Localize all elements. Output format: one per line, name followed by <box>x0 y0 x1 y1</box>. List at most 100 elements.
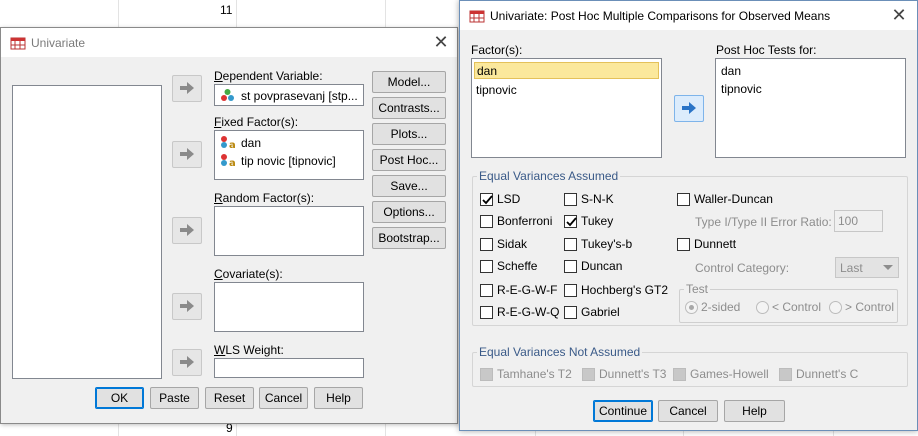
two-sided-label: 2-sided <box>701 300 741 314</box>
tamhane-checkbox[interactable] <box>480 368 493 381</box>
spss-app-icon <box>10 37 26 50</box>
save-button[interactable]: Save... <box>372 175 446 197</box>
right-arrow-icon <box>682 101 696 114</box>
lsd-label: LSD <box>497 192 521 206</box>
bonferroni-checkbox[interactable] <box>480 215 493 228</box>
bootstrap-button[interactable]: Bootstrap... <box>372 227 446 249</box>
hochberg-checkbox[interactable] <box>564 284 577 297</box>
regwf-label: R-E-G-W-F <box>497 283 558 297</box>
help-button[interactable]: Help <box>314 387 363 409</box>
post-hoc-button[interactable]: Post Hoc... <box>372 149 446 171</box>
dunnett-c-label: Dunnett's C <box>796 367 859 381</box>
dependent-variable-field[interactable]: st povprasevanj [stp... <box>214 84 364 106</box>
move-to-post-hoc-button[interactable] <box>674 95 704 122</box>
univariate-title: Univariate <box>31 36 86 50</box>
chevron-down-icon <box>883 265 893 270</box>
regwq-label: R-E-G-W-Q <box>497 305 560 319</box>
sidak-checkbox[interactable] <box>480 238 493 251</box>
close-icon[interactable]: ✕ <box>890 6 908 24</box>
gabriel-checkbox[interactable] <box>564 306 577 319</box>
dunnett-label: Dunnett <box>694 237 737 251</box>
source-variable-list[interactable] <box>12 85 162 379</box>
greater-control-radio[interactable] <box>829 301 842 314</box>
tukeys-b-label: Tukey's-b <box>581 237 633 251</box>
move-to-dependent-button[interactable] <box>172 75 202 102</box>
right-arrow-icon <box>180 81 194 94</box>
right-arrow-icon <box>180 355 194 368</box>
move-to-covariate-button[interactable] <box>172 293 202 320</box>
scheffe-label: Scheffe <box>497 259 538 273</box>
equal-variances-assumed-group: Equal Variances Assumed LSD Bonferroni S… <box>472 169 908 326</box>
right-arrow-icon <box>180 147 194 160</box>
svg-text:a: a <box>229 140 236 149</box>
fixed-factor-item[interactable]: a tip novic [tipnovic] <box>220 153 336 169</box>
options-button[interactable]: Options... <box>372 201 446 223</box>
row-number-top: 11 <box>220 3 233 17</box>
dependent-variable-item[interactable]: st povprasevanj [stp... <box>220 88 358 103</box>
dunnett-checkbox[interactable] <box>677 238 690 251</box>
spss-app-icon <box>469 10 485 23</box>
post-hoc-dialog: Univariate: Post Hoc Multiple Comparison… <box>459 0 918 431</box>
factor-item-selected[interactable]: dan <box>474 62 659 79</box>
fixed-factor-list[interactable]: a dan a tip novic [tipnovic] <box>214 130 364 180</box>
regwf-checkbox[interactable] <box>480 284 493 297</box>
right-arrow-icon <box>180 299 194 312</box>
games-howell-label: Games-Howell <box>690 367 769 381</box>
help-button[interactable]: Help <box>724 400 785 422</box>
error-ratio-field[interactable]: 100 <box>834 210 883 232</box>
right-arrow-icon <box>180 223 194 236</box>
model-button[interactable]: Model... <box>372 71 446 93</box>
two-sided-radio[interactable] <box>685 301 698 314</box>
paste-button[interactable]: Paste <box>150 387 199 409</box>
factors-list[interactable]: dan tipnovic <box>471 58 662 158</box>
tukey-checkbox[interactable] <box>564 215 577 228</box>
dunnett-c-checkbox[interactable] <box>779 368 792 381</box>
post-hoc-tests-for-label: Post Hoc Tests for: <box>716 43 817 57</box>
post-hoc-titlebar: Univariate: Post Hoc Multiple Comparison… <box>460 1 917 30</box>
tukeys-b-checkbox[interactable] <box>564 238 577 251</box>
scale-variable-icon <box>220 88 236 102</box>
control-category-value: Last <box>840 261 863 275</box>
move-to-random-button[interactable] <box>172 217 202 244</box>
less-control-label: < Control <box>772 300 822 314</box>
reset-button[interactable]: Reset <box>205 387 254 409</box>
post-hoc-tests-for-list[interactable]: dan tipnovic <box>715 58 906 158</box>
plots-button[interactable]: Plots... <box>372 123 446 145</box>
test-group: Test 2-sided < Control > Control <box>679 282 898 323</box>
waller-duncan-label: Waller-Duncan <box>694 192 773 206</box>
wls-weight-field[interactable] <box>214 358 364 378</box>
duncan-checkbox[interactable] <box>564 260 577 273</box>
error-ratio-label: Type I/Type II Error Ratio: <box>695 215 832 229</box>
lsd-checkbox[interactable] <box>480 193 493 206</box>
nominal-variable-icon: a <box>220 135 236 151</box>
fixed-factor-item[interactable]: a dan <box>220 135 261 151</box>
games-howell-checkbox[interactable] <box>673 368 686 381</box>
cancel-button[interactable]: Cancel <box>658 400 718 422</box>
control-category-dropdown[interactable]: Last <box>835 257 899 278</box>
control-category-label: Control Category: <box>695 261 790 275</box>
less-control-radio[interactable] <box>756 301 769 314</box>
post-hoc-item[interactable]: dan <box>721 64 741 78</box>
waller-duncan-checkbox[interactable] <box>677 193 690 206</box>
checkmark-icon <box>566 217 577 227</box>
post-hoc-item[interactable]: tipnovic <box>721 82 762 96</box>
ok-button[interactable]: OK <box>95 387 144 409</box>
scheffe-checkbox[interactable] <box>480 260 493 273</box>
close-icon[interactable]: ✕ <box>432 33 450 51</box>
move-to-fixed-button[interactable] <box>172 141 202 168</box>
random-factor-list[interactable] <box>214 206 364 256</box>
factor-item[interactable]: tipnovic <box>476 83 517 97</box>
covariate-list[interactable] <box>214 282 364 332</box>
cancel-button[interactable]: Cancel <box>259 387 308 409</box>
sidak-label: Sidak <box>497 237 528 251</box>
equal-variances-not-assumed-group: Equal Variances Not Assumed Tamhane's T2… <box>472 345 908 387</box>
greater-control-label: > Control <box>845 300 895 314</box>
continue-button[interactable]: Continue <box>593 400 653 422</box>
contrasts-button[interactable]: Contrasts... <box>372 97 446 119</box>
snk-checkbox[interactable] <box>564 193 577 206</box>
gabriel-label: Gabriel <box>581 305 620 319</box>
move-to-wls-button[interactable] <box>172 349 202 376</box>
dunnett-t3-checkbox[interactable] <box>582 368 595 381</box>
regwq-checkbox[interactable] <box>480 306 493 319</box>
dependent-variable-label: Dependent Variable: <box>214 69 323 83</box>
